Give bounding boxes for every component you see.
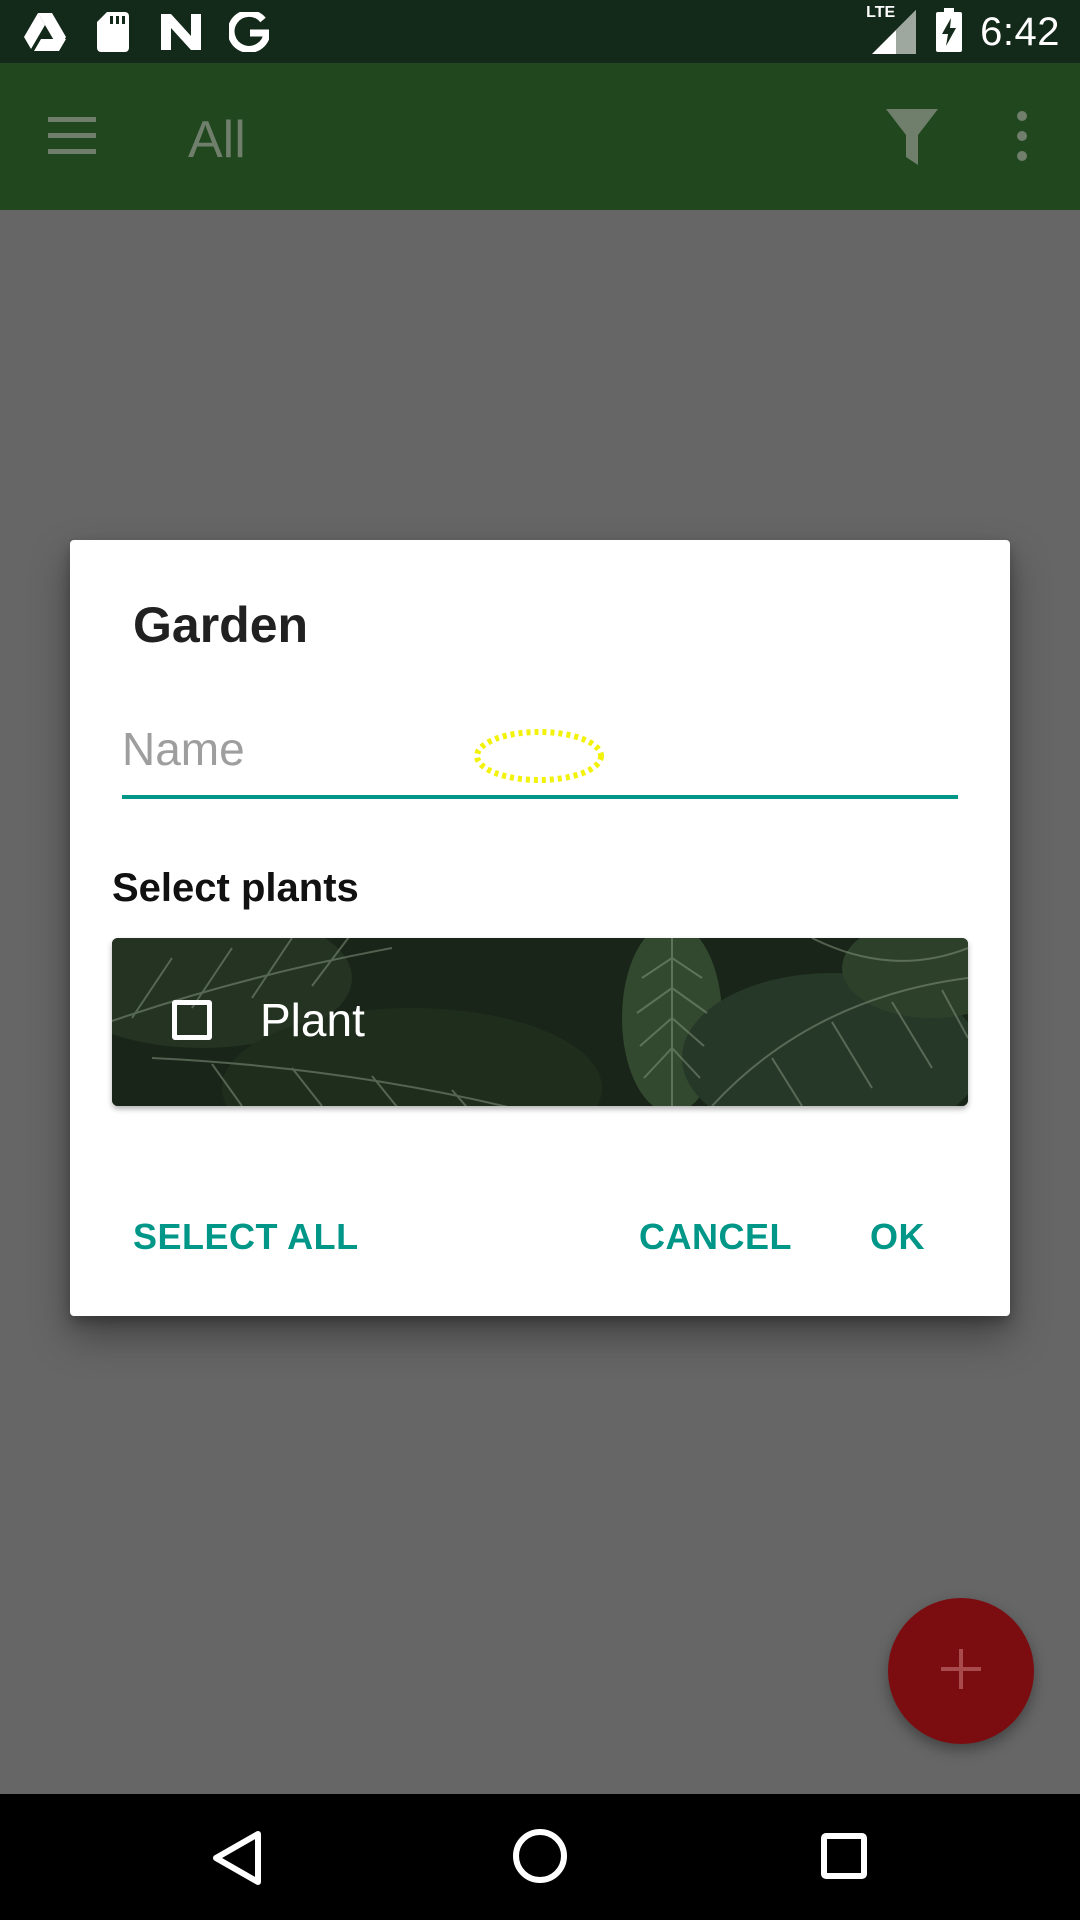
overflow-menu-icon[interactable] (1006, 110, 1038, 162)
name-input-underline (122, 795, 958, 799)
home-icon[interactable] (511, 1827, 569, 1885)
touch-indicator-icon (472, 728, 606, 784)
app-bar: All (0, 63, 1080, 210)
leaf-background-image (112, 938, 968, 1106)
navigation-bar (0, 1794, 1080, 1920)
plant-checkbox[interactable] (172, 1000, 212, 1040)
filter-icon[interactable] (884, 107, 940, 167)
sd-card-icon (90, 9, 136, 55)
network-type-label: LTE (866, 4, 896, 21)
plus-icon (939, 1647, 983, 1696)
screen: LTE 6:42 All Garden Name Select plants P… (0, 0, 1080, 1920)
dialog-title: Garden (133, 597, 309, 653)
status-notification-icons (22, 8, 272, 56)
cancel-button[interactable]: CANCEL (639, 1216, 792, 1258)
select-plants-label: Select plants (112, 866, 359, 910)
add-fab-button[interactable] (888, 1598, 1034, 1744)
plant-list-item[interactable]: Plant (112, 938, 968, 1106)
menu-icon[interactable] (46, 113, 100, 159)
ok-button[interactable]: OK (870, 1216, 925, 1258)
status-bar: LTE 6:42 (0, 0, 1080, 63)
garden-dialog: Garden Select plants (70, 540, 1010, 1316)
battery-charging-icon (936, 7, 963, 57)
recents-icon[interactable] (820, 1832, 868, 1880)
google-icon (226, 9, 272, 55)
app-title: All (188, 111, 246, 169)
select-all-button[interactable]: SELECT ALL (133, 1216, 359, 1258)
drive-icon (22, 9, 68, 55)
signal-icon: LTE (866, 4, 918, 54)
n-app-icon (158, 9, 204, 55)
status-time: 6:42 (980, 9, 1060, 54)
plant-label: Plant (260, 994, 365, 1046)
status-system-icons: LTE 6:42 (866, 4, 1060, 57)
back-icon[interactable] (210, 1830, 264, 1886)
